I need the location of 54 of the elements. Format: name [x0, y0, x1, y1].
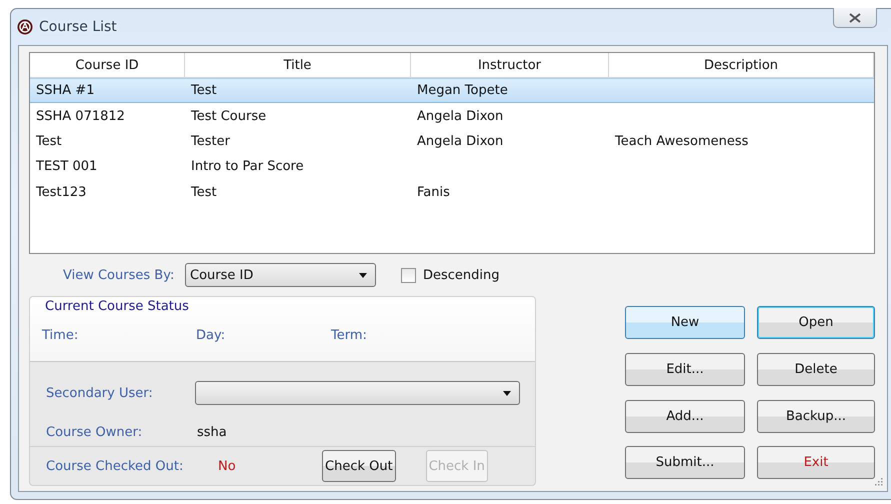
action-button[interactable]: Edit... — [625, 352, 745, 386]
column-header[interactable]: Instructor — [411, 53, 609, 77]
view-courses-label: View Courses By: — [63, 268, 176, 282]
table-cell-text: Test — [190, 83, 218, 98]
check-out-button[interactable]: Check Out — [322, 450, 396, 482]
action-button[interactable]: Backup... — [757, 400, 875, 432]
resize-grip-icon[interactable] — [873, 478, 883, 488]
close-icon — [849, 12, 861, 22]
table-row[interactable]: Test123 Test Fanis — [30, 180, 874, 205]
course-owner-label: Course Owner: — [46, 424, 144, 440]
checked-out-label: Course Checked Out: — [46, 458, 184, 474]
table-cell-text: SSHA #1 — [35, 83, 96, 98]
caret-icon — [503, 390, 511, 396]
action-button[interactable]: Delete — [757, 352, 875, 386]
column-header[interactable]: Title — [185, 53, 411, 77]
table-cell-text: Test — [35, 134, 63, 149]
descending-checkbox[interactable] — [401, 268, 416, 282]
table-cell-text: Angela Dixon — [416, 134, 504, 149]
table-cell-text: Intro to Par Score — [190, 159, 305, 174]
table-row[interactable]: Test Tester Angela Dixon Teach Awesomeness — [30, 128, 874, 154]
descending-label: Descending — [423, 268, 500, 282]
day-label: Day: — [196, 328, 226, 343]
app-logo-icon — [17, 19, 33, 35]
status-title: Current Course Status — [45, 298, 190, 314]
table-cell-text: Test — [190, 184, 218, 200]
column-header[interactable]: Course ID — [30, 53, 185, 77]
action-button[interactable]: Exit — [757, 446, 875, 480]
table-cell-text: Tester — [190, 134, 231, 149]
caret-icon — [359, 272, 367, 278]
term-label: Term: — [331, 328, 367, 343]
time-label: Time: — [42, 328, 80, 343]
action-button[interactable]: Open — [757, 306, 875, 339]
checked-out-value: No — [218, 458, 237, 474]
secondary-user-dropdown[interactable] — [195, 381, 520, 405]
table-cell-text: Angela Dixon — [416, 108, 504, 124]
action-button[interactable]: Submit... — [625, 446, 745, 480]
table-cell-text: Fanis — [416, 184, 451, 200]
sort-dropdown[interactable]: Course ID — [185, 263, 376, 287]
table-cell-text: TEST 001 — [35, 159, 98, 174]
table-cell-text: Test Course — [190, 108, 268, 124]
column-header[interactable]: Description — [609, 53, 874, 77]
action-button[interactable]: New — [625, 306, 745, 339]
secondary-user-label: Secondary User: — [46, 386, 154, 400]
table-cell-text: SSHA 071812 — [35, 108, 126, 124]
window-title: Course List — [39, 19, 117, 35]
table-row[interactable]: TEST 001 Intro to Par Score — [30, 154, 874, 180]
action-button[interactable]: Add... — [625, 400, 745, 432]
table-cell-text: Megan Topete — [416, 83, 509, 98]
close-button[interactable] — [833, 8, 877, 28]
table-cell-text: Teach Awesomeness — [614, 134, 750, 149]
course-owner-value: ssha — [197, 424, 227, 440]
table-row[interactable]: SSHA #1 Test Megan Topete — [30, 78, 874, 104]
table-cell-text: Test123 — [35, 184, 88, 200]
table-row[interactable]: SSHA 071812 Test Course Angela Dixon — [30, 103, 874, 129]
